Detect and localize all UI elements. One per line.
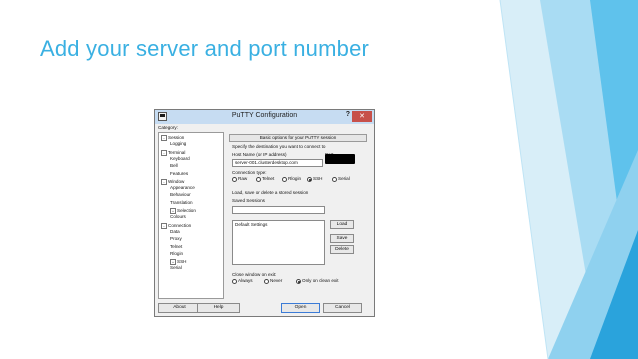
tree-item-bell[interactable]: Bell [170,163,178,169]
radio-dot-icon[interactable] [296,279,301,284]
tree-item-label: Bell [170,163,178,169]
tree-item-label: Selection [177,208,196,214]
close-on-exit-label: Close window on exit: [232,272,277,277]
radio-telnet[interactable]: Telnet [256,177,274,182]
category-label: Category: [158,125,178,130]
tree-item-label: Logging [170,141,187,147]
tree-item-appearance[interactable]: Appearance [170,185,195,191]
tree-item-label: Data [170,228,180,234]
tree-item-translation[interactable]: Translation [170,199,193,206]
tree-item-terminal[interactable]: − Terminal [161,149,186,156]
help-icon[interactable]: ? [346,111,350,118]
radio-dot-icon[interactable] [232,177,237,182]
save-button[interactable]: Save [330,234,354,243]
tree-item-logging[interactable]: Logging [170,141,187,147]
tree-item-label: Terminal [168,149,186,155]
tree-item-serial[interactable]: Serial [170,266,182,271]
open-button[interactable]: Open [281,303,320,313]
saved-sessions-label: Saved Sessions [232,198,265,203]
tree-item-connection[interactable]: − Connection [161,222,192,229]
radio-dot-icon[interactable] [232,279,237,284]
putty-window: PuTTY Configuration ? ✕ Category: − Sessi… [154,109,375,317]
tree-item-proxy[interactable]: Proxy [170,236,182,242]
tree-item-label: Features [170,170,189,176]
tree-item-telnet[interactable]: Telnet [170,243,183,250]
tree-expander-icon[interactable]: − [161,149,167,156]
cancel-button[interactable]: Cancel [323,303,362,313]
radio-serial[interactable]: Serial [332,177,350,182]
tree-item-features[interactable]: Features [170,170,189,177]
saved-sessions-input[interactable] [232,206,325,214]
host-input[interactable]: server-001.clusterdesktop.com [232,159,323,167]
tree-item-behaviour[interactable]: Behaviour [170,193,191,198]
category-tree[interactable]: − Session Logging − Terminal Keyboard Bell Feat… [158,132,224,299]
tree-item-session[interactable]: − Session [161,135,184,141]
tree-item-label: Connection [168,222,192,228]
radio-label: Always [238,278,253,284]
radio-label: Never [270,278,283,284]
tree-item-label: Session [168,135,185,141]
tree-item-label: Window [168,179,185,185]
tree-item-label: Behaviour [170,192,191,198]
tree-item-label: Rlogin [170,250,184,256]
radio-ssh[interactable]: SSH [307,177,322,182]
delete-button[interactable]: Delete [330,245,354,254]
radio-always[interactable]: Always [232,279,253,284]
destination-label: Specify the destination you want to conn… [232,144,326,149]
tree-expander-icon[interactable]: − [161,178,167,185]
load-button[interactable]: Load [330,220,354,229]
session-group-title: Basic options for your PuTTY session [229,134,367,142]
help-button[interactable]: Help [197,303,240,313]
port-input-redacted[interactable] [325,154,355,164]
connection-type-label: Connection type: [232,170,267,175]
host-input-value: server-001.clusterdesktop.com [235,160,298,165]
radio-dot-icon[interactable] [256,177,261,182]
tree-expander-icon[interactable]: − [161,222,167,229]
tree-expander-icon[interactable]: − [161,135,167,141]
radio-label: Telnet [262,176,275,182]
tree-item-data[interactable]: Data [170,228,180,235]
tree-item-label: SSH [177,259,187,265]
close-icon[interactable]: ✕ [352,111,372,122]
radio-dot-icon[interactable] [264,279,269,284]
tree-item-label: Proxy [170,236,182,242]
about-button[interactable]: About [158,303,201,313]
tree-expander-icon[interactable]: + [170,259,176,266]
radio-dot-icon[interactable] [332,177,337,182]
tree-item-label: Colours [170,214,186,220]
radio-label: Rlogin [288,176,302,182]
host-label: Host Name (or IP address) [232,152,287,157]
radio-label: Serial [338,176,350,182]
tree-item-colours[interactable]: Colours [170,214,186,220]
tree-item-label: Telnet [170,243,183,249]
tree-item-ssh[interactable]: + SSH [170,259,187,266]
slide-title: Add your server and port number [40,36,370,61]
load-save-label: Load, save or delete a stored session [232,190,309,195]
tree-expander-icon[interactable]: + [170,208,176,214]
radio-raw[interactable]: Raw [232,177,247,182]
radio-rlogin[interactable]: Rlogin [282,177,301,182]
tree-item-label: Keyboard [170,155,190,161]
radio-only-on-clean-exit[interactable]: Only on clean exit [296,279,339,284]
list-item[interactable]: Default Settings [235,222,267,228]
tree-item-keyboard[interactable]: Keyboard [170,155,190,162]
radio-dot-icon[interactable] [282,177,287,182]
tree-item-window[interactable]: − Window [161,178,185,185]
radio-label: SSH [313,176,323,182]
tree-item-selection[interactable]: + Selection [170,208,196,214]
tree-item-rlogin[interactable]: Rlogin [170,250,184,257]
sessions-list[interactable]: Default Settings [232,220,325,265]
radio-dot-icon[interactable] [307,177,312,182]
radio-never[interactable]: Never [264,279,282,284]
window-title: PuTTY Configuration [231,112,298,119]
radio-label: Only on clean exit [302,278,339,284]
radio-label: Raw [238,176,248,182]
title-bar: PuTTY Configuration ? ✕ [155,110,374,124]
tree-item-label: Appearance [170,185,195,191]
tree-item-label: Translation [170,199,193,205]
tree-item-label: Serial [170,265,182,271]
